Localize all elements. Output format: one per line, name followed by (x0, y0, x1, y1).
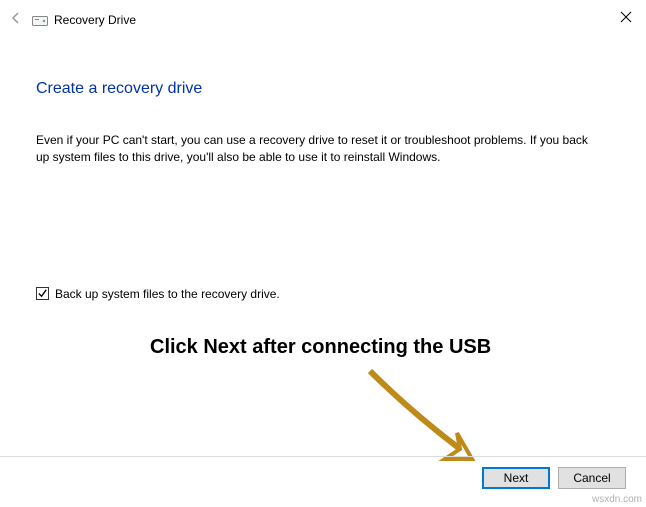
checkbox-backup-system-files[interactable] (36, 287, 49, 300)
body-text: Even if your PC can't start, you can use… (36, 132, 596, 167)
annotation-arrow-icon (360, 361, 490, 471)
close-button[interactable] (614, 6, 638, 30)
titlebar: Recovery Drive (0, 0, 646, 40)
annotation-text: Click Next after connecting the USB (150, 334, 491, 361)
cancel-button[interactable]: Cancel (558, 467, 626, 489)
next-button[interactable]: Next (482, 467, 550, 489)
checkbox-row[interactable]: Back up system files to the recovery dri… (36, 287, 610, 301)
page-heading: Create a recovery drive (36, 80, 610, 98)
checkbox-label: Back up system files to the recovery dri… (55, 287, 280, 301)
back-arrow-icon (8, 10, 24, 29)
window-title: Recovery Drive (54, 13, 136, 27)
watermark: wsxdn.com (592, 494, 642, 505)
footer-buttons: Next Cancel (0, 456, 646, 489)
content-area: Create a recovery drive Even if your PC … (0, 80, 646, 301)
drive-icon (32, 15, 48, 25)
